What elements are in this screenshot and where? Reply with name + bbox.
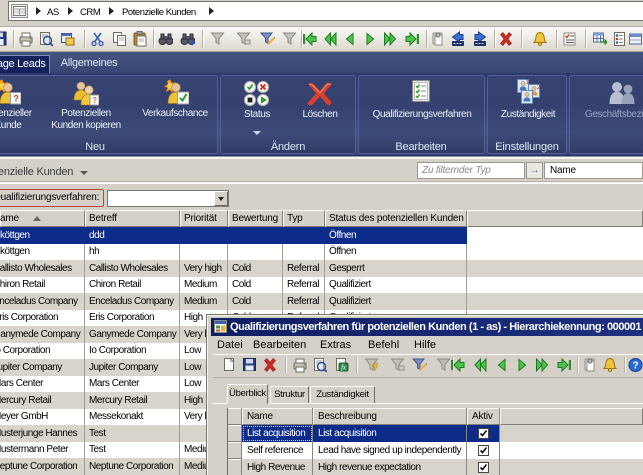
svg-text:2: 2 [537, 85, 541, 91]
svg-text:?: ? [13, 94, 18, 104]
svg-text:?: ? [92, 96, 97, 105]
svg-text:?: ? [633, 361, 639, 372]
